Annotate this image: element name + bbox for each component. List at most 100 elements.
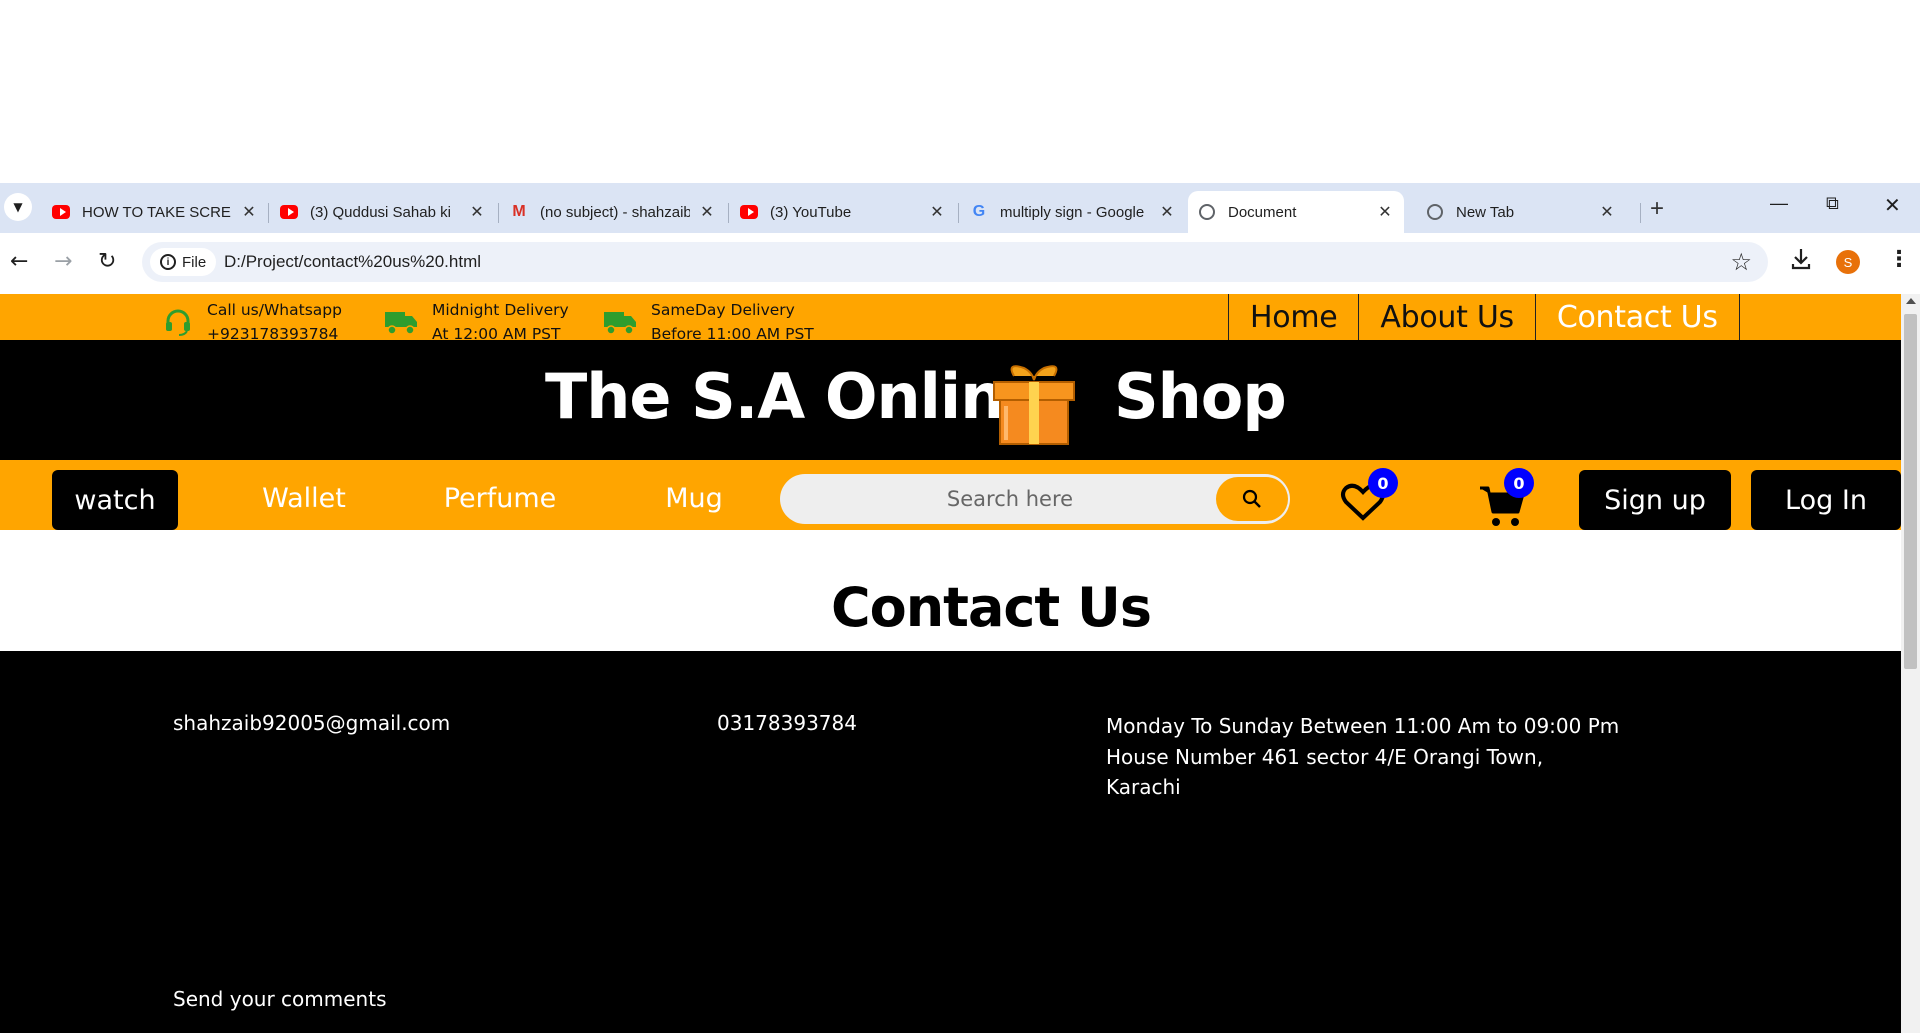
download-icon[interactable]: [1790, 247, 1812, 277]
close-tab-icon[interactable]: ✕: [928, 202, 946, 222]
tab-separator: [728, 203, 729, 223]
close-tab-icon[interactable]: ✕: [1158, 202, 1176, 222]
tab-document[interactable]: Document ✕: [1188, 191, 1404, 233]
back-icon[interactable]: ←: [10, 249, 28, 274]
cart-button[interactable]: 0: [1478, 468, 1534, 532]
search-icon: [1242, 489, 1261, 508]
gift-box-icon: [993, 365, 1075, 445]
contact-email: shahzaib92005@gmail.com: [173, 711, 451, 735]
contact-hours-address: Monday To Sunday Between 11:00 Am to 09:…: [1106, 711, 1626, 803]
google-icon: G: [972, 203, 986, 220]
youtube-icon: [740, 203, 758, 221]
tab-title: HOW TO TAKE SCREENSHOT: [82, 203, 232, 221]
close-tab-icon[interactable]: ✕: [698, 202, 716, 222]
sameday-delivery-info: SameDay Delivery Before 11:00 AM PST: [603, 298, 814, 346]
tab-separator: [498, 203, 499, 223]
category-wallet-link[interactable]: Wallet: [244, 470, 364, 526]
youtube-icon: [52, 203, 70, 221]
blank-area: [0, 0, 1920, 183]
url-text[interactable]: D:/Project/contact%20us%20.html: [224, 252, 481, 272]
browser-toolbar: ← → ↻ i File D:/Project/contact%20us%20.…: [0, 233, 1920, 294]
chrome-icon: [1426, 203, 1444, 221]
tab-title: (3) YouTube: [770, 203, 852, 221]
tab-title: New Tab: [1456, 203, 1515, 221]
top-nav: Home About Us Contact Us: [1228, 294, 1740, 340]
truck-icon: [385, 312, 417, 335]
close-tab-icon[interactable]: ✕: [468, 202, 486, 222]
tab-quddusi-sahab[interactable]: (3) Quddusi Sahab ki ✕: [270, 191, 496, 233]
contact-address-line2: Karachi: [1106, 775, 1181, 799]
nav-home-link[interactable]: Home: [1229, 294, 1360, 340]
tab-separator: [268, 203, 269, 223]
youtube-icon: [280, 203, 298, 221]
cart-count-badge: 0: [1504, 468, 1534, 498]
contact-details-section: shahzaib92005@gmail.com 03178393784 Mond…: [0, 651, 1901, 1033]
tab-new-tab[interactable]: New Tab ✕: [1416, 191, 1626, 233]
truck-icon: [604, 312, 636, 335]
tab-strip: ▼ HOW TO TAKE SCREENSHOT ✕ (3) Quddusi S…: [0, 183, 1920, 233]
category-mug-link[interactable]: Mug: [650, 470, 738, 526]
contact-hours: Monday To Sunday Between 11:00 Am to 09:…: [1106, 714, 1620, 738]
tab-youtube[interactable]: (3) YouTube ✕: [730, 191, 956, 233]
tab-how-to-take-screenshot[interactable]: HOW TO TAKE SCREENSHOT ✕: [42, 191, 268, 233]
wishlist-count-badge: 0: [1368, 468, 1398, 498]
call-info: Call us/Whatsapp +923178393784: [163, 298, 342, 346]
nav-about-link[interactable]: About Us: [1359, 294, 1536, 340]
contact-title-section: Contact Us: [0, 530, 1901, 651]
profile-avatar[interactable]: S: [1836, 250, 1860, 274]
new-tab-button[interactable]: +: [1650, 195, 1664, 223]
wishlist-button[interactable]: 0: [1340, 468, 1398, 526]
close-tab-icon[interactable]: ✕: [1376, 202, 1394, 222]
brand-header: The S.A Online Shop: [0, 340, 1901, 460]
reload-icon[interactable]: ↻: [98, 249, 116, 274]
category-perfume-link[interactable]: Perfume: [430, 470, 570, 526]
search-bar: [780, 474, 1290, 524]
brand-name: The S.A Online: [545, 360, 1045, 433]
site-info-chip[interactable]: i File: [150, 248, 217, 276]
sameday-delivery-label: SameDay Delivery: [651, 301, 795, 319]
contact-address-line1: House Number 461 sector 4/E Orangi Town,: [1106, 744, 1544, 769]
headset-icon: [166, 309, 190, 336]
globe-icon: [1198, 203, 1216, 221]
tab-title: (no subject) - shahzaib: [540, 203, 690, 221]
midnight-delivery-label: Midnight Delivery: [432, 301, 569, 319]
send-comments-heading: Send your comments: [173, 987, 387, 1011]
address-bar[interactable]: i File D:/Project/contact%20us%20.html ☆: [142, 242, 1768, 282]
tab-title: Document: [1228, 203, 1297, 221]
tab-separator: [1640, 203, 1641, 223]
page-scrollbar[interactable]: [1901, 294, 1920, 1033]
contact-phone: 03178393784: [717, 711, 857, 735]
close-window-button[interactable]: ✕: [1884, 193, 1901, 218]
close-tab-icon[interactable]: ✕: [240, 202, 258, 222]
site-chip-label: File: [182, 253, 207, 271]
tab-title: (3) Quddusi Sahab ki: [310, 203, 451, 221]
nav-contact-link[interactable]: Contact Us: [1536, 294, 1740, 340]
info-icon: i: [160, 254, 176, 270]
category-bar: watch Wallet Perfume Mug 0: [0, 460, 1901, 530]
tab-multiply-sign[interactable]: G multiply sign - Google ✕: [960, 191, 1186, 233]
call-label: Call us/Whatsapp: [207, 301, 342, 319]
top-info-bar: Call us/Whatsapp +923178393784 Midnight …: [0, 294, 1901, 343]
search-input[interactable]: [780, 474, 1220, 524]
forward-icon[interactable]: →: [54, 249, 72, 274]
tab-separator: [958, 203, 959, 223]
brand-name-suffix: Shop: [1114, 360, 1287, 433]
sign-up-button[interactable]: Sign up: [1579, 470, 1731, 530]
scroll-thumb[interactable]: [1904, 314, 1917, 669]
search-button[interactable]: [1216, 477, 1288, 521]
restore-button[interactable]: ⧉: [1826, 193, 1839, 214]
midnight-delivery-info: Midnight Delivery At 12:00 AM PST: [384, 298, 569, 346]
log-in-button[interactable]: Log In: [1751, 470, 1901, 530]
minimize-button[interactable]: —: [1770, 193, 1788, 214]
tab-title: multiply sign - Google: [1000, 203, 1145, 221]
tab-search-button[interactable]: ▼: [4, 193, 32, 221]
tab-no-subject-gmail[interactable]: M (no subject) - shahzaib ✕: [500, 191, 726, 233]
close-tab-icon[interactable]: ✕: [1598, 202, 1616, 222]
page-title: Contact Us: [830, 576, 1152, 639]
gmail-icon: M: [512, 203, 526, 220]
scroll-up-arrow-icon[interactable]: [1906, 298, 1916, 304]
category-watch-button[interactable]: watch: [52, 470, 178, 530]
web-page: Call us/Whatsapp +923178393784 Midnight …: [0, 294, 1901, 1033]
menu-kebab-icon[interactable]: ⋮: [1888, 247, 1910, 272]
bookmark-star-icon[interactable]: ☆: [1730, 248, 1752, 276]
